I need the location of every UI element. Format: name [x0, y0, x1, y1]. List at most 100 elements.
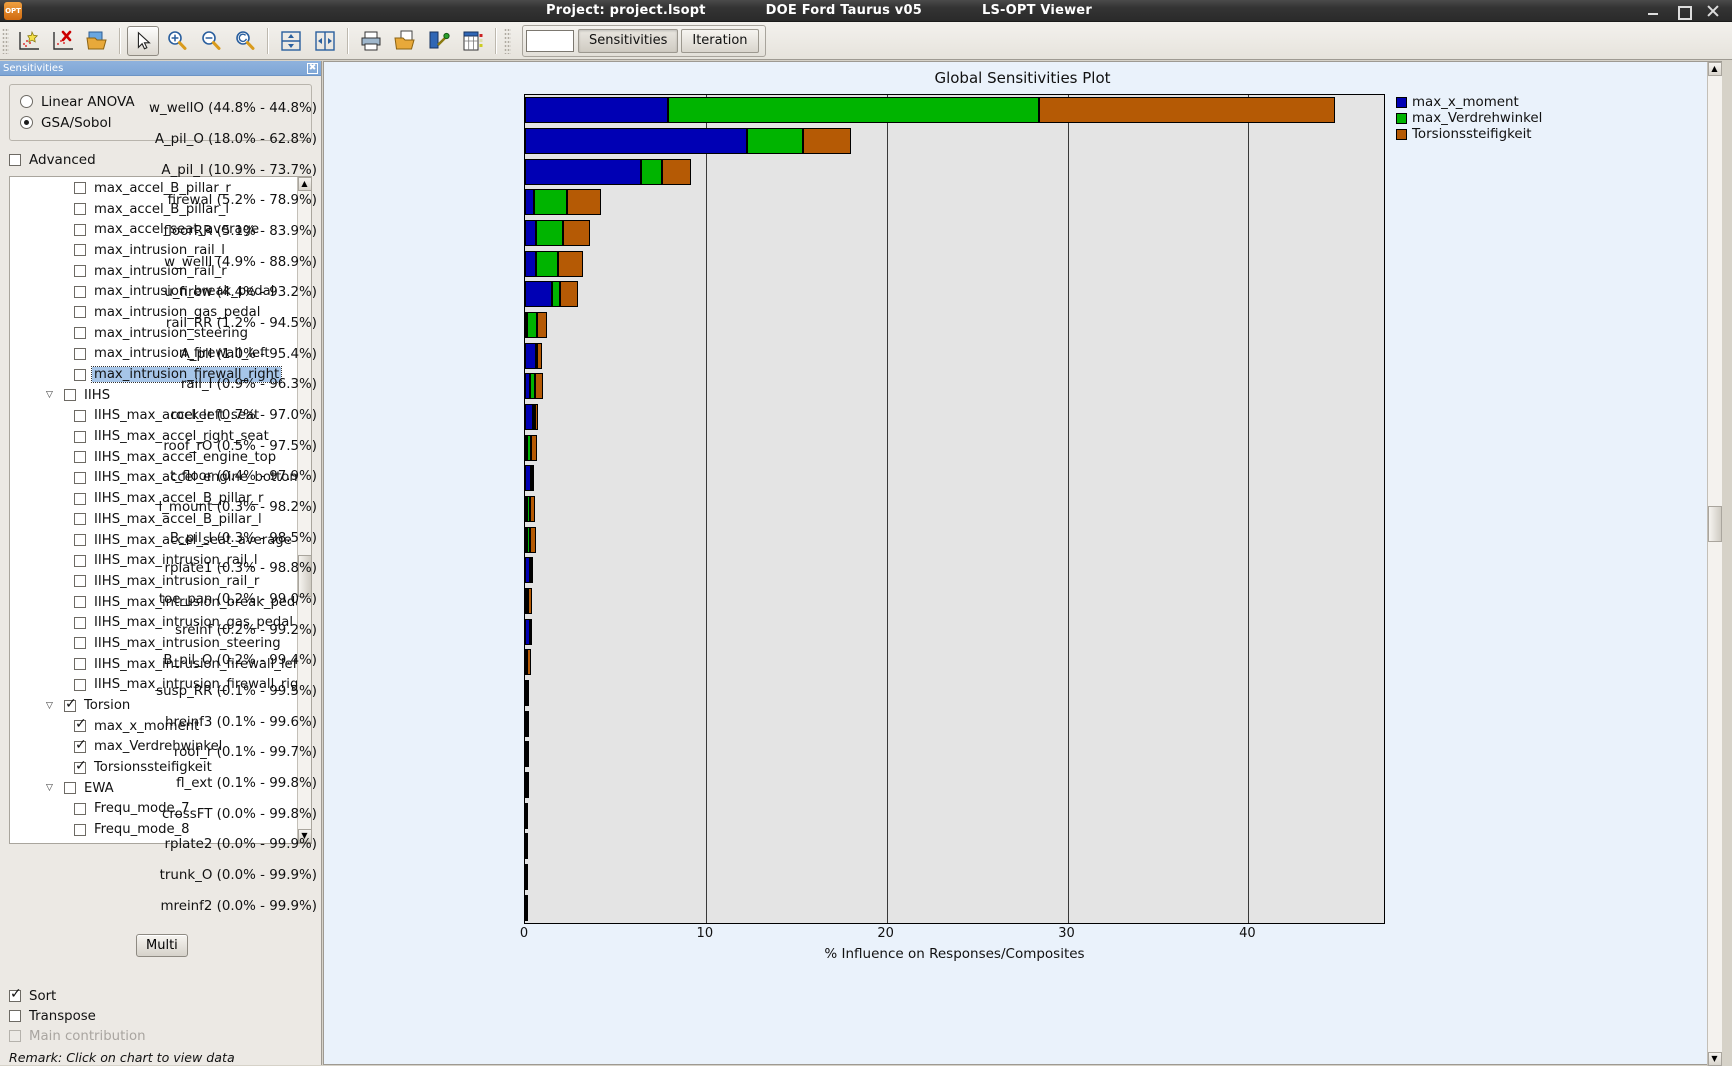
print-icon[interactable]: [355, 26, 387, 56]
legend-item[interactable]: Torsionssteifigkeit: [1396, 126, 1542, 142]
bar-segment[interactable]: [526, 802, 529, 829]
bar-group[interactable]: [525, 588, 1384, 614]
bar-segment[interactable]: [529, 618, 532, 645]
bar-segment[interactable]: [557, 250, 583, 277]
bar-group[interactable]: [525, 189, 1384, 216]
bar-segment[interactable]: [526, 833, 529, 860]
bar-segment[interactable]: [534, 373, 544, 400]
bar-group[interactable]: [525, 496, 1384, 522]
multi-button[interactable]: Multi: [136, 934, 188, 957]
tree-item-checkbox-icon[interactable]: [74, 637, 86, 650]
sort-checkbox[interactable]: Sort: [9, 986, 312, 1006]
bar-group[interactable]: [525, 250, 1384, 277]
bar-group[interactable]: [525, 864, 1384, 890]
bar-segment[interactable]: [526, 864, 529, 890]
bar-group[interactable]: [525, 128, 1384, 154]
bar-group[interactable]: [525, 802, 1384, 829]
bar-segment[interactable]: [803, 128, 851, 154]
bar-segment[interactable]: [526, 894, 529, 921]
chart-scroll-track[interactable]: [1707, 76, 1722, 1052]
save-image-icon[interactable]: [389, 26, 421, 56]
bar-segment[interactable]: [562, 220, 591, 246]
bar-group[interactable]: [525, 680, 1384, 706]
bar-segment[interactable]: [525, 189, 535, 216]
bar-segment[interactable]: [525, 281, 553, 308]
bar-group[interactable]: [525, 710, 1384, 737]
close-button[interactable]: [1706, 4, 1720, 18]
bar-segment[interactable]: [1038, 97, 1336, 124]
scroll-up-arrow-icon[interactable]: ▲: [297, 177, 311, 191]
open-folder-icon[interactable]: [81, 26, 113, 56]
bar-segment[interactable]: [530, 496, 535, 522]
panel-close-icon[interactable]: ✖: [307, 62, 318, 74]
bar-group[interactable]: [525, 312, 1384, 338]
tab-sensitivities[interactable]: Sensitivities: [578, 28, 679, 53]
bar-segment[interactable]: [552, 281, 561, 308]
bar-segment[interactable]: [640, 158, 663, 185]
tree-item-checkbox-icon[interactable]: [74, 758, 87, 774]
bar-group[interactable]: [525, 557, 1384, 584]
bar-segment[interactable]: [532, 465, 535, 492]
bar-group[interactable]: [525, 772, 1384, 798]
tree-item-checkbox-icon[interactable]: [64, 696, 77, 712]
bar-segment[interactable]: [527, 710, 530, 737]
bar-group[interactable]: [525, 404, 1384, 430]
bar-group[interactable]: [525, 618, 1384, 645]
chart-scroll-down-arrow-icon[interactable]: ▼: [1707, 1052, 1722, 1066]
tree-item-checkbox-icon[interactable]: [74, 513, 86, 526]
bar-segment[interactable]: [534, 189, 567, 216]
bar-group[interactable]: [525, 526, 1384, 553]
bar-group[interactable]: [525, 434, 1384, 461]
bar-group[interactable]: [525, 741, 1384, 768]
bar-segment[interactable]: [527, 680, 530, 706]
bar-segment[interactable]: [662, 158, 692, 185]
bar-segment[interactable]: [530, 526, 536, 553]
bar-segment[interactable]: [526, 312, 537, 338]
zoom-out-icon[interactable]: [195, 26, 227, 56]
zoom-reset-icon[interactable]: [229, 26, 261, 56]
bar-segment[interactable]: [537, 342, 542, 369]
bar-group[interactable]: [525, 373, 1384, 400]
bar-segment[interactable]: [534, 404, 539, 430]
split-vertical-icon[interactable]: [309, 26, 341, 56]
bar-segment[interactable]: [535, 250, 558, 277]
bar-segment[interactable]: [526, 649, 531, 676]
tree-expander-icon[interactable]: ▽: [43, 701, 56, 711]
chart-scroll-thumb[interactable]: [1707, 506, 1722, 542]
mode-group-grip[interactable]: [504, 27, 511, 54]
bar-group[interactable]: [525, 894, 1384, 921]
transpose-checkbox[interactable]: Transpose: [9, 1006, 312, 1026]
minimize-button[interactable]: [1646, 4, 1660, 18]
bar-segment[interactable]: [526, 772, 529, 798]
bar-segment[interactable]: [525, 158, 641, 185]
bar-group[interactable]: [525, 833, 1384, 860]
bar-segment[interactable]: [527, 588, 532, 614]
bar-segment[interactable]: [525, 342, 536, 369]
bar-segment[interactable]: [525, 128, 748, 154]
tree-item-checkbox-icon[interactable]: [74, 823, 86, 836]
tree-item-checkbox-icon[interactable]: [74, 575, 86, 588]
chart-vertical-scrollbar[interactable]: ▲ ▼: [1707, 62, 1722, 1066]
bar-group[interactable]: [525, 649, 1384, 676]
toolbar-grip[interactable]: [2, 27, 9, 54]
bar-segment[interactable]: [531, 557, 534, 584]
split-horizontal-icon[interactable]: [275, 26, 307, 56]
tree-item[interactable]: Torsionssteifigkeit: [10, 757, 297, 778]
bar-segment[interactable]: [747, 128, 804, 154]
legend-item[interactable]: max_Verdrehwinkel: [1396, 110, 1542, 126]
delete-plot-icon[interactable]: [47, 26, 79, 56]
plot-area[interactable]: [524, 94, 1385, 924]
bar-group[interactable]: [525, 97, 1384, 124]
tab-iteration[interactable]: Iteration: [681, 28, 759, 53]
bar-segment[interactable]: [525, 97, 668, 124]
bar-group[interactable]: [525, 281, 1384, 308]
bar-segment[interactable]: [566, 189, 601, 216]
new-plot-icon[interactable]: [13, 26, 45, 56]
table-view-icon[interactable]: [457, 26, 489, 56]
bar-segment[interactable]: [526, 741, 529, 768]
bar-segment[interactable]: [667, 97, 1039, 124]
bar-segment[interactable]: [525, 220, 536, 246]
bar-segment[interactable]: [536, 312, 547, 338]
bar-segment[interactable]: [535, 220, 563, 246]
chart-scroll-up-arrow-icon[interactable]: ▲: [1707, 62, 1722, 76]
